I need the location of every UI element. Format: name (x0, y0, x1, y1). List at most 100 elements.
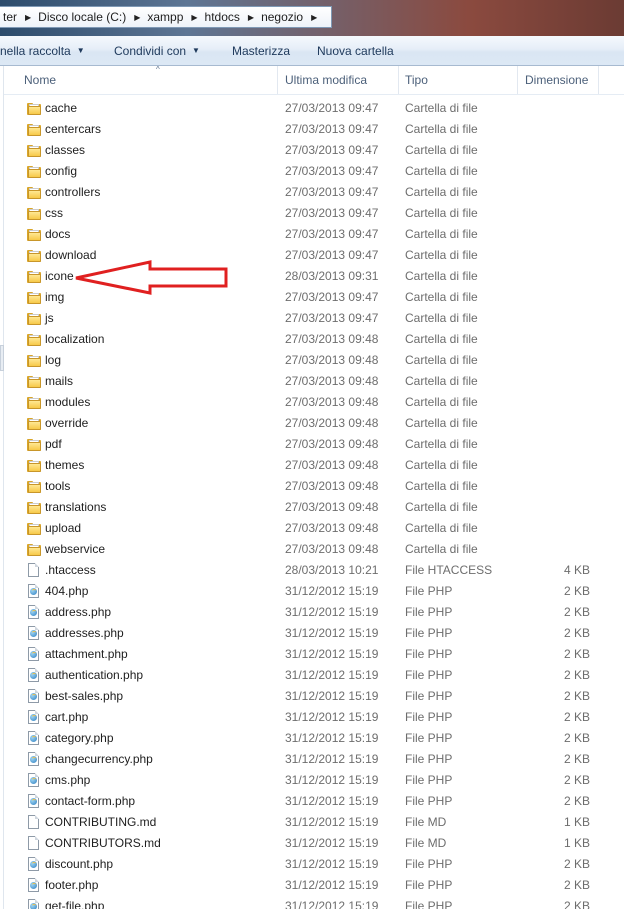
new-folder-button[interactable]: Nuova cartella (317, 36, 394, 65)
list-item[interactable]: discount.php 31/12/2012 15:19 File PHP 2 KB (4, 854, 624, 875)
list-item[interactable]: pdf 27/03/2013 09:48 Cartella di file (4, 434, 624, 455)
file-size: 2 KB (563, 584, 590, 598)
list-item[interactable]: upload 27/03/2013 09:48 Cartella di file (4, 518, 624, 539)
file-type: Cartella di file (405, 122, 478, 136)
burn-button[interactable]: Masterizza (232, 36, 290, 65)
file-modified: 27/03/2013 09:47 (285, 311, 379, 325)
breadcrumb-item[interactable]: negozio (258, 10, 305, 24)
php-file-icon (26, 772, 42, 789)
list-item[interactable]: tools 27/03/2013 09:48 Cartella di file (4, 476, 624, 497)
column-header-name[interactable]: ^ Nome (18, 66, 278, 94)
file-modified: 31/12/2012 15:19 (285, 752, 379, 766)
file-name: .htaccess (45, 563, 96, 577)
chevron-right-icon[interactable]: ▶ (19, 13, 35, 22)
list-item[interactable]: mails 27/03/2013 09:48 Cartella di file (4, 371, 624, 392)
file-name: get-file.php (45, 899, 105, 909)
breadcrumb-item[interactable]: xampp (144, 10, 185, 24)
address-bar: ter ▶ Disco locale (C:) ▶ xampp ▶ htdocs… (0, 0, 624, 36)
chevron-right-icon[interactable]: ▶ (185, 13, 201, 22)
list-item[interactable]: changecurrency.php 31/12/2012 15:19 File P… (4, 749, 624, 770)
column-header-type[interactable]: Tipo (399, 66, 518, 94)
file-name: docs (45, 227, 71, 241)
folder-icon (26, 457, 42, 474)
list-item[interactable]: 404.php 31/12/2012 15:19 File PHP 2 KB (4, 581, 624, 602)
list-item[interactable]: localization 27/03/2013 09:48 Cartella di … (4, 329, 624, 350)
file-modified: 27/03/2013 09:47 (285, 227, 379, 241)
list-item[interactable]: CONTRIBUTORS.md 31/12/2012 15:19 File MD 1 … (4, 833, 624, 854)
chevron-right-icon[interactable]: ▶ (128, 13, 144, 22)
list-item[interactable]: js 27/03/2013 09:47 Cartella di file (4, 308, 624, 329)
file-modified: 27/03/2013 09:48 (285, 458, 379, 472)
list-item[interactable]: webservice 27/03/2013 09:48 Cartella di fi… (4, 539, 624, 560)
chevron-right-icon[interactable]: ▶ (305, 13, 321, 22)
file-modified: 28/03/2013 09:31 (285, 269, 379, 283)
file-rows: cache 27/03/2013 09:47 Cartella di file cen… (4, 98, 624, 909)
breadcrumb-item[interactable]: htdocs (202, 10, 242, 24)
file-name: best-sales.php (45, 689, 124, 703)
breadcrumb-item[interactable]: ter (0, 10, 19, 24)
file-modified: 27/03/2013 09:47 (285, 206, 379, 220)
list-item[interactable]: controllers 27/03/2013 09:47 Cartella di f… (4, 182, 624, 203)
list-item[interactable]: override 27/03/2013 09:48 Cartella di file (4, 413, 624, 434)
chevron-right-icon[interactable]: ▶ (242, 13, 258, 22)
list-item[interactable]: centercars 27/03/2013 09:47 Cartella di fi… (4, 119, 624, 140)
file-type: Cartella di file (405, 311, 478, 325)
file-type: Cartella di file (405, 269, 478, 283)
file-name: css (45, 206, 63, 220)
list-item[interactable]: img 27/03/2013 09:47 Cartella di file (4, 287, 624, 308)
file-name: CONTRIBUTORS.md (45, 836, 161, 850)
list-item[interactable]: themes 27/03/2013 09:48 Cartella di file (4, 455, 624, 476)
breadcrumb[interactable]: ter ▶ Disco locale (C:) ▶ xampp ▶ htdocs… (0, 6, 332, 28)
file-name: centercars (45, 122, 102, 136)
file-size (522, 539, 590, 560)
share-with-button[interactable]: Condividi con ▼ (114, 36, 200, 65)
file-name: address.php (45, 605, 112, 619)
file-size: 2 KB (563, 689, 590, 703)
file-name: addresses.php (45, 626, 124, 640)
list-item[interactable]: download 27/03/2013 09:47 Cartella di file (4, 245, 624, 266)
list-item[interactable]: docs 27/03/2013 09:47 Cartella di file (4, 224, 624, 245)
file-type: File PHP (405, 731, 453, 745)
file-type: File PHP (405, 878, 453, 892)
file-name: download (45, 248, 97, 262)
list-item[interactable]: translations 27/03/2013 09:48 Cartella di … (4, 497, 624, 518)
list-item[interactable]: authentication.php 31/12/2012 15:19 File P… (4, 665, 624, 686)
file-modified: 31/12/2012 15:19 (285, 794, 379, 808)
file-size: 1 KB (563, 836, 590, 850)
list-item[interactable]: cache 27/03/2013 09:47 Cartella di file (4, 98, 624, 119)
column-header-size[interactable]: Dimensione (519, 66, 599, 94)
php-file-icon (26, 583, 42, 600)
list-item[interactable]: config 27/03/2013 09:47 Cartella di file (4, 161, 624, 182)
list-item[interactable]: .htaccess 28/03/2013 10:21 File HTACCESS 4 … (4, 560, 624, 581)
file-modified: 27/03/2013 09:47 (285, 101, 379, 115)
list-item[interactable]: cms.php 31/12/2012 15:19 File PHP 2 KB (4, 770, 624, 791)
list-item[interactable]: best-sales.php 31/12/2012 15:19 File PHP 2 … (4, 686, 624, 707)
file-size (522, 140, 590, 161)
php-file-icon (26, 625, 42, 642)
list-item[interactable]: icone 28/03/2013 09:31 Cartella di file (4, 266, 624, 287)
list-item[interactable]: log 27/03/2013 09:48 Cartella di file (4, 350, 624, 371)
list-item[interactable]: contact-form.php 31/12/2012 15:19 File PHP… (4, 791, 624, 812)
include-in-library-button[interactable]: nella raccolta ▼ (0, 36, 85, 65)
breadcrumb-item[interactable]: Disco locale (C:) (35, 10, 128, 24)
column-header-modified[interactable]: Ultima modifica (279, 66, 399, 94)
php-file-icon (26, 898, 42, 909)
list-item[interactable]: category.php 31/12/2012 15:19 File PHP 2 KB (4, 728, 624, 749)
sort-ascending-icon: ^ (156, 66, 160, 74)
list-item[interactable]: CONTRIBUTING.md 31/12/2012 15:19 File MD 1 … (4, 812, 624, 833)
file-type: Cartella di file (405, 479, 478, 493)
list-item[interactable]: footer.php 31/12/2012 15:19 File PHP 2 KB (4, 875, 624, 896)
file-name: log (45, 353, 62, 367)
list-item[interactable]: css 27/03/2013 09:47 Cartella di file (4, 203, 624, 224)
list-item[interactable]: addresses.php 31/12/2012 15:19 File PHP 2 K… (4, 623, 624, 644)
file-size (522, 266, 590, 287)
list-item[interactable]: get-file.php 31/12/2012 15:19 File PHP 2 KB (4, 896, 624, 909)
list-item[interactable]: attachment.php 31/12/2012 15:19 File PHP 2 … (4, 644, 624, 665)
list-item[interactable]: cart.php 31/12/2012 15:19 File PHP 2 KB (4, 707, 624, 728)
list-item[interactable]: modules 27/03/2013 09:48 Cartella di file (4, 392, 624, 413)
php-file-icon (26, 709, 42, 726)
list-item[interactable]: classes 27/03/2013 09:47 Cartella di file (4, 140, 624, 161)
file-type: Cartella di file (405, 542, 478, 556)
list-item[interactable]: address.php 31/12/2012 15:19 File PHP 2 KB (4, 602, 624, 623)
file-type: File PHP (405, 689, 453, 703)
